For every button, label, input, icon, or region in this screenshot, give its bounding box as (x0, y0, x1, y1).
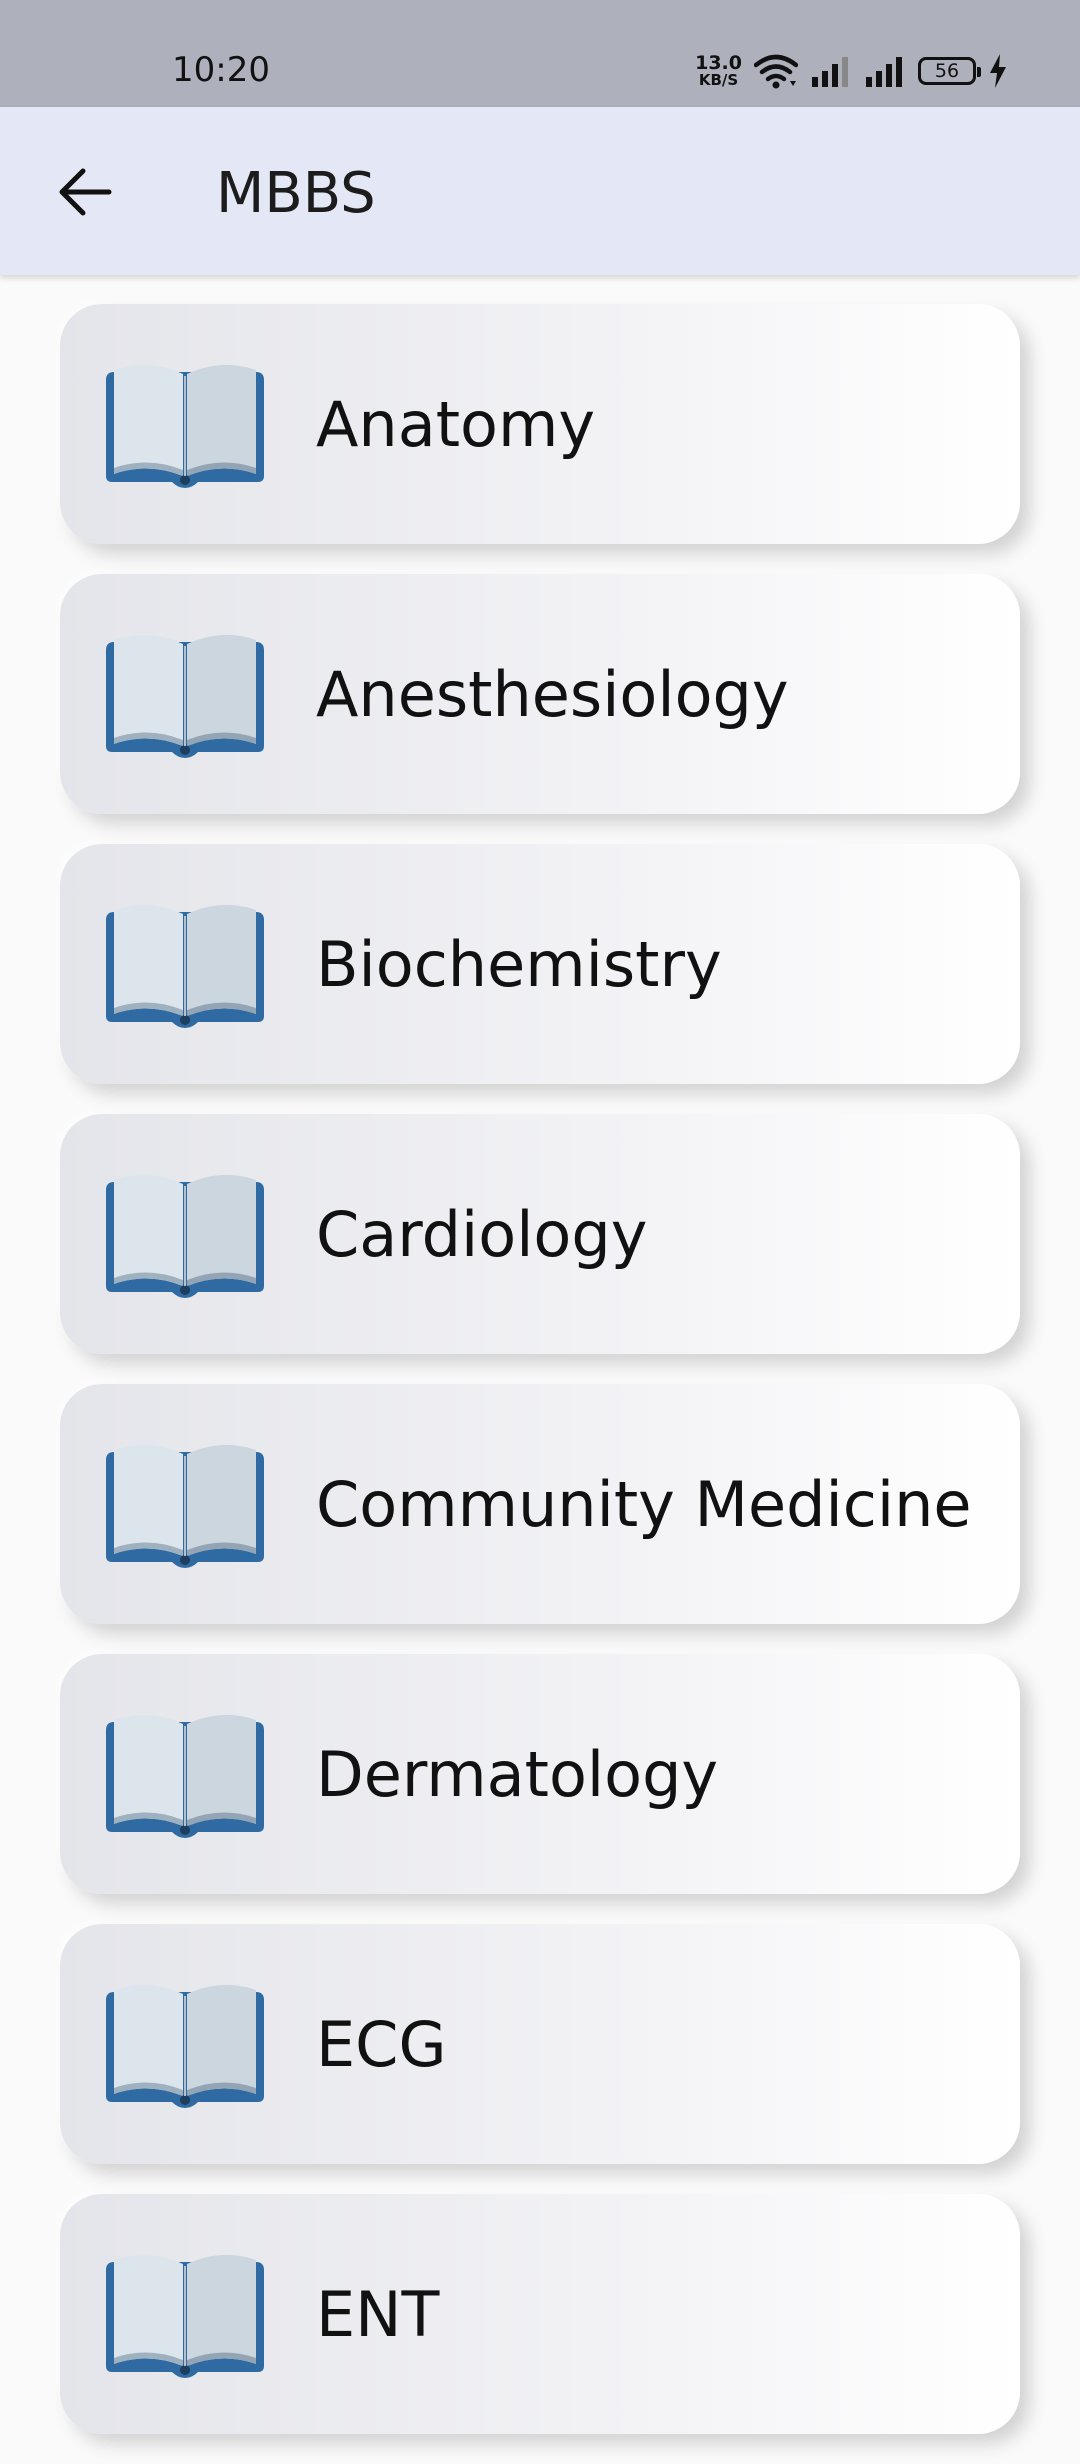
open-book-icon (100, 2254, 270, 2378)
subject-card[interactable]: Anatomy (60, 304, 1020, 544)
subject-label: ENT (316, 2277, 440, 2351)
charging-icon (990, 54, 1006, 88)
page-title: MBBS (216, 161, 376, 226)
status-time: 10:20 (172, 50, 270, 90)
open-book-icon (100, 1174, 270, 1298)
subject-label: ECG (316, 2007, 447, 2081)
subject-card[interactable]: Dermatology (60, 1654, 1020, 1894)
signal-icon-sim1 (812, 57, 848, 87)
subject-list: Anatomy Anesthesiology Biochemistry Card… (60, 304, 1020, 2464)
subject-card[interactable]: Biochemistry (60, 844, 1020, 1084)
subject-label: Anesthesiology (316, 657, 789, 731)
network-speed: 13.0 KB/S (695, 54, 742, 88)
subject-card[interactable]: Anesthesiology (60, 574, 1020, 814)
signal-icon-sim2 (866, 57, 902, 87)
subject-label: Biochemistry (316, 927, 722, 1001)
open-book-icon (100, 634, 270, 758)
subject-card[interactable]: ECG (60, 1924, 1020, 2164)
battery-level: 56 (934, 60, 960, 82)
battery-indicator: 56 (918, 57, 981, 85)
network-speed-unit: KB/S (698, 71, 739, 89)
open-book-icon (100, 904, 270, 1028)
app-bar: MBBS (0, 107, 1080, 275)
open-book-icon (100, 1444, 270, 1568)
subject-card[interactable]: Cardiology (60, 1114, 1020, 1354)
status-icons: 13.0 KB/S 56 (695, 50, 1008, 92)
subject-card[interactable]: ENT (60, 2194, 1020, 2434)
subject-label: Dermatology (316, 1737, 719, 1811)
wifi-icon (754, 54, 798, 89)
back-button[interactable] (46, 153, 124, 231)
open-book-icon (100, 1984, 270, 2108)
arrow-back-icon (59, 168, 112, 216)
open-book-icon (100, 1714, 270, 1838)
status-bar: 10:20 13.0 KB/S 56 (0, 0, 1080, 107)
subject-label: Community Medicine (316, 1467, 972, 1541)
subject-card[interactable]: Community Medicine (60, 1384, 1020, 1624)
open-book-icon (100, 364, 270, 488)
subject-label: Anatomy (316, 387, 596, 461)
subject-label: Cardiology (316, 1197, 648, 1271)
